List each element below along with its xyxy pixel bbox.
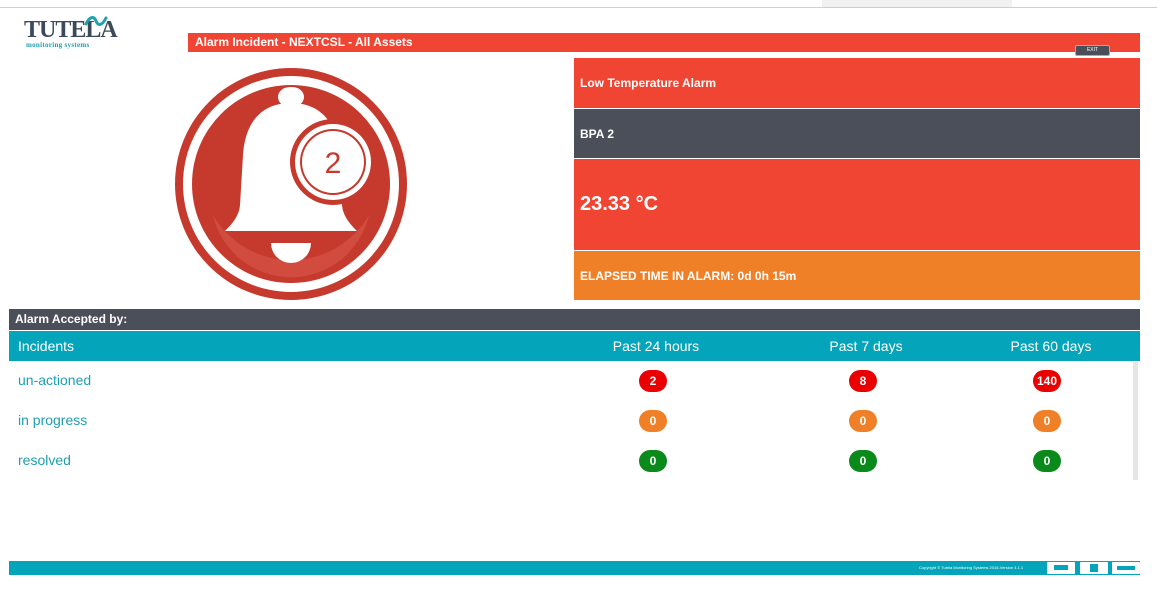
top-tab	[822, 0, 1012, 7]
count-badge[interactable]: 140	[1033, 370, 1061, 392]
table-row-resolved: resolved 0 0 0	[9, 441, 1129, 481]
row-label-in-progress[interactable]: in progress	[18, 412, 87, 428]
footer: Copyright © Tutela Monitoring Systems 20…	[9, 561, 1140, 575]
count-badge[interactable]: 0	[639, 450, 667, 472]
table-row-in-progress: in progress 0 0 0	[9, 401, 1129, 441]
logo-wave-icon	[84, 16, 108, 26]
count-badge[interactable]: 8	[849, 370, 877, 392]
window-view-button[interactable]	[1112, 562, 1140, 574]
reading-value: 23.33 °C	[580, 193, 659, 215]
row-label-un-actioned[interactable]: un-actioned	[18, 372, 91, 388]
alarm-type-row: Low Temperature Alarm	[574, 58, 1140, 108]
elapsed-time: ELAPSED TIME IN ALARM: 0d 0h 15m	[580, 268, 797, 283]
alarm-info-panel: Low Temperature Alarm BPA 2 23.33 °C ELA…	[574, 58, 1140, 300]
alarm-accepted-by: Alarm Accepted by:	[9, 309, 1140, 330]
count-badge[interactable]: 0	[1033, 450, 1061, 472]
scrollbar[interactable]	[1133, 362, 1138, 480]
tablet-view-button[interactable]	[1080, 562, 1108, 574]
bell-icon: 2	[175, 68, 407, 300]
top-rule	[0, 7, 1157, 8]
alarm-type: Low Temperature Alarm	[580, 76, 717, 90]
row-label-resolved[interactable]: resolved	[18, 452, 71, 468]
header-past-7-days: Past 7 days	[829, 338, 903, 354]
exit-button[interactable]: EXIT	[1075, 45, 1110, 56]
copyright: Copyright © Tutela Monitoring Systems 20…	[919, 565, 1024, 570]
count-badge[interactable]: 0	[639, 410, 667, 432]
monitor-view-button[interactable]	[1047, 562, 1075, 574]
asset-row: BPA 2	[574, 108, 1140, 158]
count-badge[interactable]: 0	[849, 410, 877, 432]
logo-tagline: monitoring systems	[26, 41, 90, 49]
monitor-icon	[1054, 565, 1068, 570]
tablet-icon	[1090, 564, 1098, 572]
incidents-table-header: Incidents Past 24 hours Past 7 days Past…	[9, 331, 1140, 361]
page-title: Alarm Incident - NEXTCSL - All Assets	[188, 33, 1140, 52]
header-incidents: Incidents	[18, 338, 75, 354]
window-icon	[1117, 566, 1135, 570]
count-badge[interactable]: 0	[1033, 410, 1061, 432]
table-row-un-actioned: un-actioned 2 8 140	[9, 361, 1129, 401]
asset-name: BPA 2	[580, 126, 615, 141]
bell-count: 2	[325, 147, 342, 180]
count-badge[interactable]: 2	[639, 370, 667, 392]
logo: TUTELA monitoring systems	[24, 14, 118, 49]
reading-row: 23.33 °C	[574, 158, 1140, 250]
elapsed-row: ELAPSED TIME IN ALARM: 0d 0h 15m	[574, 250, 1140, 300]
count-badge[interactable]: 0	[849, 450, 877, 472]
header-past-24-hours: Past 24 hours	[612, 338, 700, 354]
header-past-60-days: Past 60 days	[1010, 338, 1092, 354]
